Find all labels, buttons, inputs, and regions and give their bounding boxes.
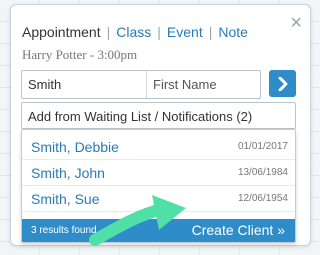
list-item[interactable]: Smith, Sue 12/06/1954	[22, 186, 295, 212]
tab-separator: |	[106, 24, 111, 40]
result-name: Smith, John	[31, 164, 105, 181]
tab-class[interactable]: Class	[116, 24, 151, 40]
results-count: 3 results found	[31, 225, 97, 236]
results-footer: 3 results found Create Client »	[22, 219, 295, 242]
tab-separator: |	[157, 24, 161, 40]
result-dob: 13/06/1984	[237, 167, 288, 178]
chevron-right-icon	[278, 76, 287, 91]
tab-note[interactable]: Note	[218, 24, 248, 40]
first-name-input[interactable]	[147, 71, 271, 98]
search-go-button[interactable]	[269, 70, 296, 97]
appointment-summary: Harry Potter - 3:00pm	[22, 47, 138, 62]
tab-appointment[interactable]: Appointment	[22, 24, 101, 40]
result-name: Smith, Sue	[31, 190, 100, 207]
booking-type-tabs: Appointment | Class | Event | Note	[22, 24, 248, 40]
close-icon[interactable]: ×	[290, 13, 302, 33]
list-item[interactable]: Smith, John 13/06/1984	[22, 160, 295, 186]
client-search-row	[21, 70, 271, 99]
result-dob: 12/06/1954	[237, 193, 288, 204]
result-name: Smith, Debbie	[31, 138, 119, 155]
tab-separator: |	[208, 24, 213, 40]
list-item[interactable]: Smith, Debbie 01/01/2017	[22, 134, 295, 160]
tab-event[interactable]: Event	[167, 24, 203, 40]
create-client-button[interactable]: Create Client »	[192, 222, 285, 238]
last-name-input[interactable]	[22, 71, 147, 98]
result-dob: 01/01/2017	[237, 141, 288, 152]
search-results-dropdown: Smith, Debbie 01/01/2017 Smith, John 13/…	[21, 129, 296, 243]
waiting-list-button[interactable]: Add from Waiting List / Notifications (2…	[21, 102, 296, 129]
